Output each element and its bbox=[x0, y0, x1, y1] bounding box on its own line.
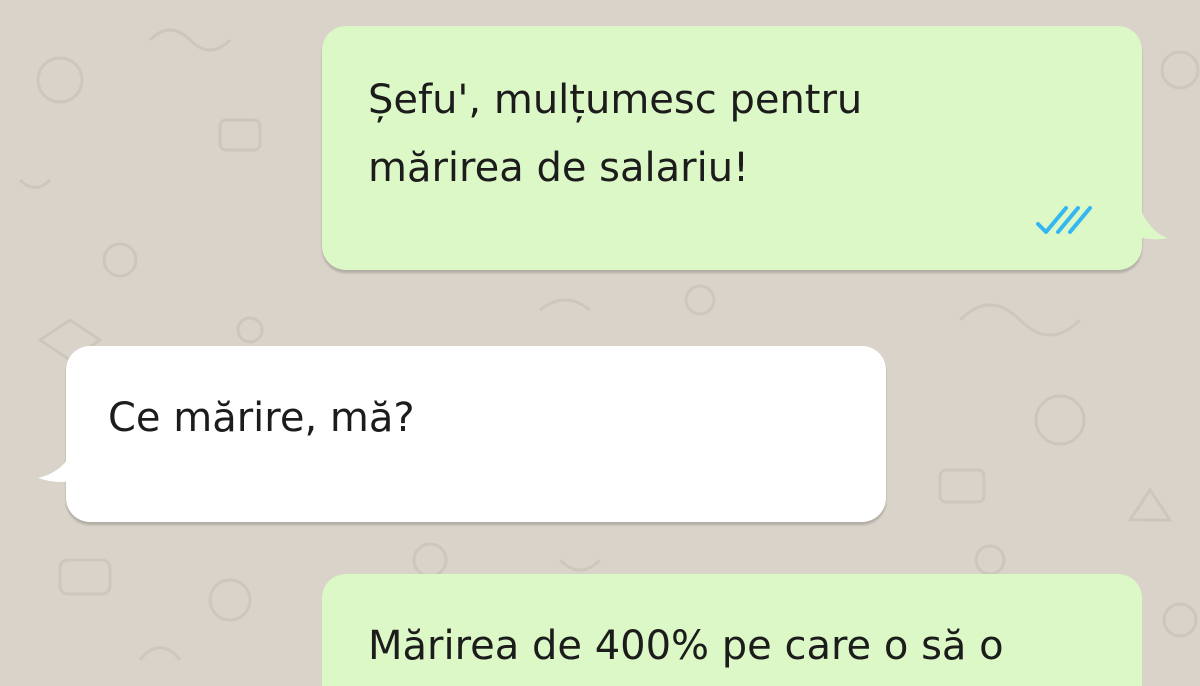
bubble-tail-incoming bbox=[38, 448, 84, 482]
message-text-line: Mărirea de 400% pe care o să o bbox=[368, 623, 1004, 669]
double-check-read-icon bbox=[1036, 206, 1092, 234]
message-text-line: Șefu', mulțumesc pentru bbox=[368, 77, 863, 123]
bubble-tail-outgoing bbox=[1130, 208, 1168, 240]
message-text-line: Ce mărire, mă? bbox=[108, 395, 415, 441]
message-text-line: mărirea de salariu! bbox=[368, 145, 750, 191]
